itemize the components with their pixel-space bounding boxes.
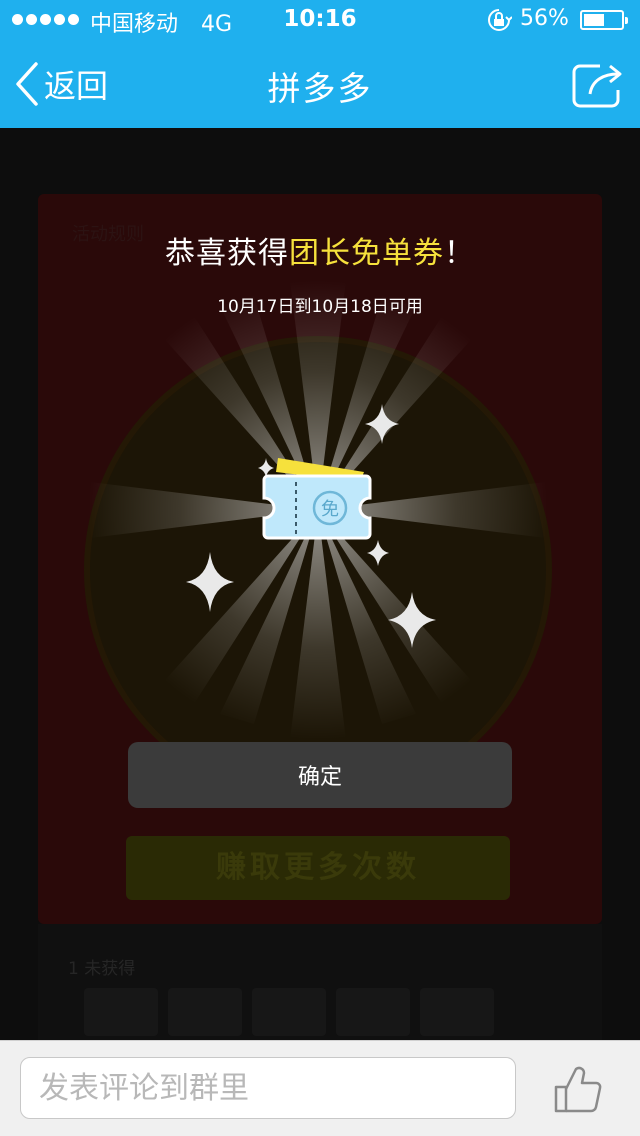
comment-input[interactable] [20,1057,516,1119]
reward-title: 恭喜获得团长免单券！ [0,228,640,272]
confirm-button[interactable]: 确定 [128,742,512,808]
free-voucher-icon: 免 [262,458,372,540]
validity-dates: 10月17日到10月18日可用 [217,297,423,317]
reward-name: 团长免单券 [289,236,444,271]
light-rays-decoration [90,280,546,740]
comment-bar [0,1040,640,1136]
reward-title-prefix: 恭喜获得 [165,236,289,271]
reward-title-suffix: ！ [444,236,475,271]
sparkle-icon [186,552,234,612]
voucher-free-label: 免 [321,499,339,520]
thumbs-up-icon[interactable] [552,1063,604,1115]
